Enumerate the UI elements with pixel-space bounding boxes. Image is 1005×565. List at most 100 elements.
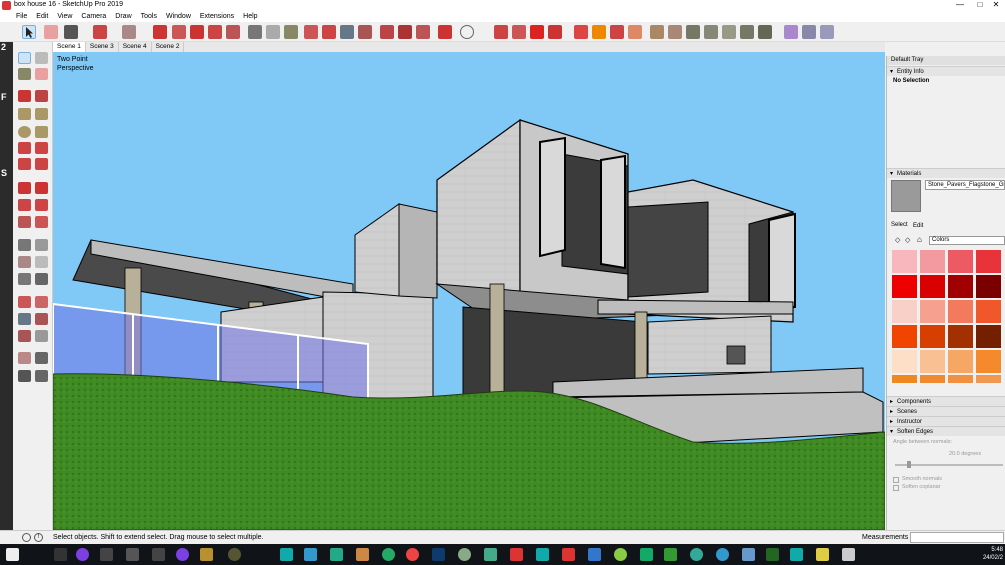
offset-icon[interactable] bbox=[35, 216, 48, 228]
taskbar-app-icon[interactable] bbox=[356, 548, 369, 561]
taskbar-app-icon[interactable] bbox=[842, 548, 855, 561]
previous-view-icon[interactable] bbox=[35, 330, 48, 342]
taskbar-app-icon[interactable] bbox=[742, 548, 755, 561]
move-icon[interactable] bbox=[18, 182, 31, 194]
color-swatch[interactable] bbox=[892, 325, 917, 348]
view-iso-icon[interactable] bbox=[650, 25, 664, 39]
extension-warehouse-icon[interactable] bbox=[398, 25, 412, 39]
rotate-icon[interactable] bbox=[208, 25, 222, 39]
taskbar-app-icon[interactable] bbox=[126, 548, 139, 561]
color-swatch[interactable] bbox=[948, 250, 973, 273]
instructor-header[interactable]: Instructor bbox=[887, 416, 1005, 427]
taskbar-app-icon[interactable] bbox=[228, 548, 241, 561]
follow-me-icon[interactable] bbox=[35, 199, 48, 211]
menu-view[interactable]: View bbox=[57, 12, 72, 22]
soften-edges-header[interactable]: Soften Edges bbox=[887, 426, 1005, 437]
color-swatch[interactable] bbox=[948, 350, 973, 373]
menu-tools[interactable]: Tools bbox=[141, 12, 157, 22]
menu-extensions[interactable]: Extensions bbox=[200, 12, 234, 22]
taskbar-app-icon[interactable] bbox=[790, 548, 803, 561]
color-swatch[interactable] bbox=[976, 300, 1001, 323]
menu-window[interactable]: Window bbox=[166, 12, 191, 22]
tape-measure-icon[interactable] bbox=[248, 25, 262, 39]
extension-star-icon[interactable] bbox=[628, 25, 642, 39]
color-swatch[interactable] bbox=[976, 325, 1001, 348]
sandbox-icon[interactable] bbox=[574, 25, 588, 39]
color-swatch[interactable] bbox=[948, 300, 973, 323]
taskbar-app-icon[interactable] bbox=[330, 548, 343, 561]
components-header[interactable]: Components bbox=[887, 396, 1005, 407]
taskbar-app-icon[interactable] bbox=[664, 548, 677, 561]
close-button[interactable]: ✕ bbox=[988, 0, 1004, 9]
tab-select[interactable]: Select bbox=[891, 222, 908, 228]
view-front-icon[interactable] bbox=[686, 25, 700, 39]
color-swatch[interactable] bbox=[920, 250, 945, 273]
view-right-icon[interactable] bbox=[704, 25, 718, 39]
color-swatch[interactable] bbox=[920, 325, 945, 348]
pie-icon[interactable] bbox=[35, 158, 48, 170]
color-swatch[interactable] bbox=[920, 300, 945, 323]
color-swatch[interactable] bbox=[892, 250, 917, 273]
orbit-icon[interactable] bbox=[18, 296, 31, 308]
two-point-arc-icon[interactable] bbox=[35, 142, 48, 154]
color-swatch[interactable] bbox=[948, 325, 973, 348]
taskbar-app-icon[interactable] bbox=[458, 548, 471, 561]
view-left-icon[interactable] bbox=[740, 25, 754, 39]
3d-text-icon[interactable] bbox=[35, 273, 48, 285]
axes-icon[interactable] bbox=[18, 273, 31, 285]
zoom-icon[interactable] bbox=[340, 25, 354, 39]
rectangle-icon[interactable] bbox=[18, 108, 31, 120]
tab-scene-4[interactable]: Scene 4 bbox=[119, 42, 152, 52]
file-explorer-icon[interactable] bbox=[816, 548, 829, 561]
info-icon[interactable]: ! bbox=[34, 533, 43, 542]
line-tool-icon[interactable] bbox=[64, 25, 78, 39]
taskbar-app-icon[interactable] bbox=[536, 548, 549, 561]
taskbar-app-icon[interactable] bbox=[176, 548, 189, 561]
view-top-icon[interactable] bbox=[668, 25, 682, 39]
menu-draw[interactable]: Draw bbox=[115, 12, 131, 22]
color-swatch[interactable] bbox=[920, 375, 945, 383]
extension-manager-icon[interactable] bbox=[438, 25, 452, 39]
warehouse-icon[interactable] bbox=[380, 25, 394, 39]
view-bottom-icon[interactable] bbox=[758, 25, 772, 39]
color-swatch[interactable] bbox=[976, 275, 1001, 298]
chrome-icon[interactable] bbox=[406, 548, 419, 561]
move-icon[interactable] bbox=[190, 25, 204, 39]
menu-file[interactable]: File bbox=[16, 12, 27, 22]
extension-gear-icon[interactable] bbox=[610, 25, 624, 39]
arc-tool-icon[interactable] bbox=[93, 25, 107, 39]
shaded-icon[interactable] bbox=[820, 25, 834, 39]
taskbar-app-icon[interactable] bbox=[100, 548, 113, 561]
material-library-select[interactable]: Colors bbox=[929, 236, 1005, 245]
taskbar-app-icon[interactable] bbox=[766, 548, 779, 561]
taskbar-app-icon[interactable] bbox=[304, 548, 317, 561]
taskbar-app-icon[interactable] bbox=[76, 548, 89, 561]
taskbar-app-icon[interactable] bbox=[152, 548, 165, 561]
select-tool-icon[interactable] bbox=[18, 52, 31, 64]
back-arrow-icon[interactable]: ◇ bbox=[895, 236, 900, 244]
tab-edit[interactable]: Edit bbox=[913, 223, 923, 229]
scale-icon[interactable] bbox=[18, 216, 31, 228]
sketchup-taskbar-icon[interactable] bbox=[510, 548, 523, 561]
model-viewport[interactable]: Two Point Perspective bbox=[53, 52, 885, 530]
section-plane-icon[interactable] bbox=[35, 370, 48, 382]
settings-gear-icon[interactable] bbox=[512, 25, 526, 39]
hidden-line-icon[interactable] bbox=[802, 25, 816, 39]
pan-icon[interactable] bbox=[35, 296, 48, 308]
menu-edit[interactable]: Edit bbox=[36, 12, 48, 22]
color-swatch[interactable] bbox=[892, 275, 917, 298]
user-account-icon[interactable] bbox=[460, 25, 474, 39]
color-swatch[interactable] bbox=[976, 250, 1001, 273]
circle-icon[interactable] bbox=[18, 126, 31, 138]
shape-tool-icon[interactable] bbox=[122, 25, 136, 39]
soften-coplanar-checkbox[interactable] bbox=[893, 485, 899, 491]
tab-scene-1[interactable]: Scene 1 bbox=[53, 42, 86, 52]
taskbar-app-icon[interactable] bbox=[200, 548, 213, 561]
arc-icon[interactable] bbox=[18, 142, 31, 154]
menu-camera[interactable]: Camera bbox=[81, 12, 106, 22]
folder-icon[interactable] bbox=[530, 25, 544, 39]
position-camera-icon[interactable] bbox=[18, 352, 31, 364]
tape-measure-icon[interactable] bbox=[18, 239, 31, 251]
angle-slider-track[interactable] bbox=[895, 464, 1003, 466]
photoshop-icon[interactable] bbox=[432, 548, 445, 561]
